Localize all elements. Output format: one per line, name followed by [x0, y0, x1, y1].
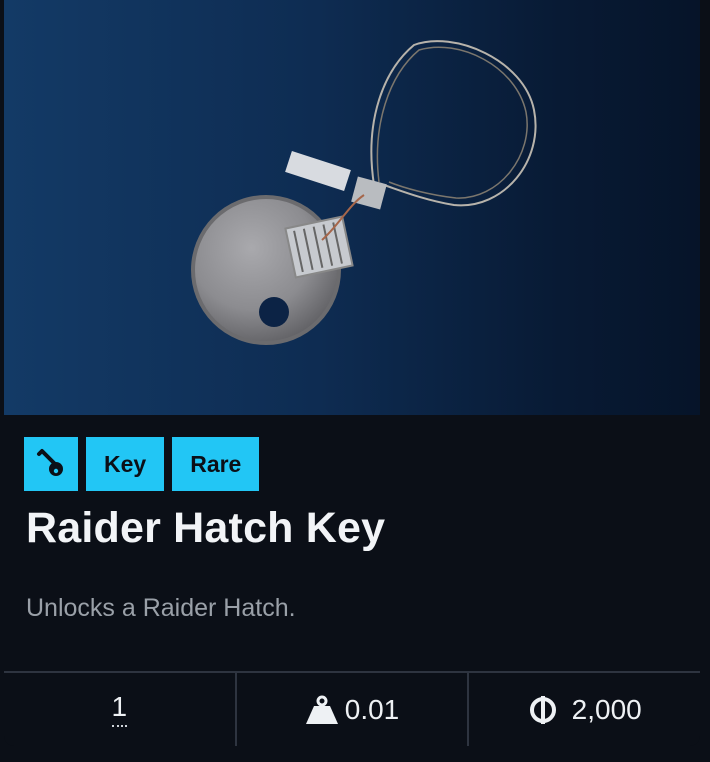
key-icon	[37, 449, 63, 476]
raider-hatch-key-image	[191, 40, 537, 345]
item-card: Key Rare Raider Hatch Key Unlocks a Raid…	[4, 0, 700, 746]
item-stats: 1 0.01 2,000	[4, 673, 700, 746]
item-title: Raider Hatch Key	[26, 504, 386, 552]
weight-stat: 0.01	[234, 673, 468, 746]
coin-icon	[529, 695, 556, 724]
item-image	[4, 0, 700, 415]
quantity-value: 1	[111, 692, 128, 727]
rarity-badge: Rare	[172, 437, 260, 491]
price-stat: 2,000	[467, 673, 700, 746]
category-badge: Key	[86, 437, 165, 491]
weight-value: 0.01	[344, 693, 400, 725]
key-type-badge	[24, 437, 78, 491]
weight-icon	[305, 695, 338, 724]
item-description: Unlocks a Raider Hatch.	[26, 594, 296, 622]
item-tags: Key Rare	[24, 437, 260, 491]
quantity-stat: 1	[4, 673, 235, 746]
price-value: 2,000	[571, 693, 642, 725]
